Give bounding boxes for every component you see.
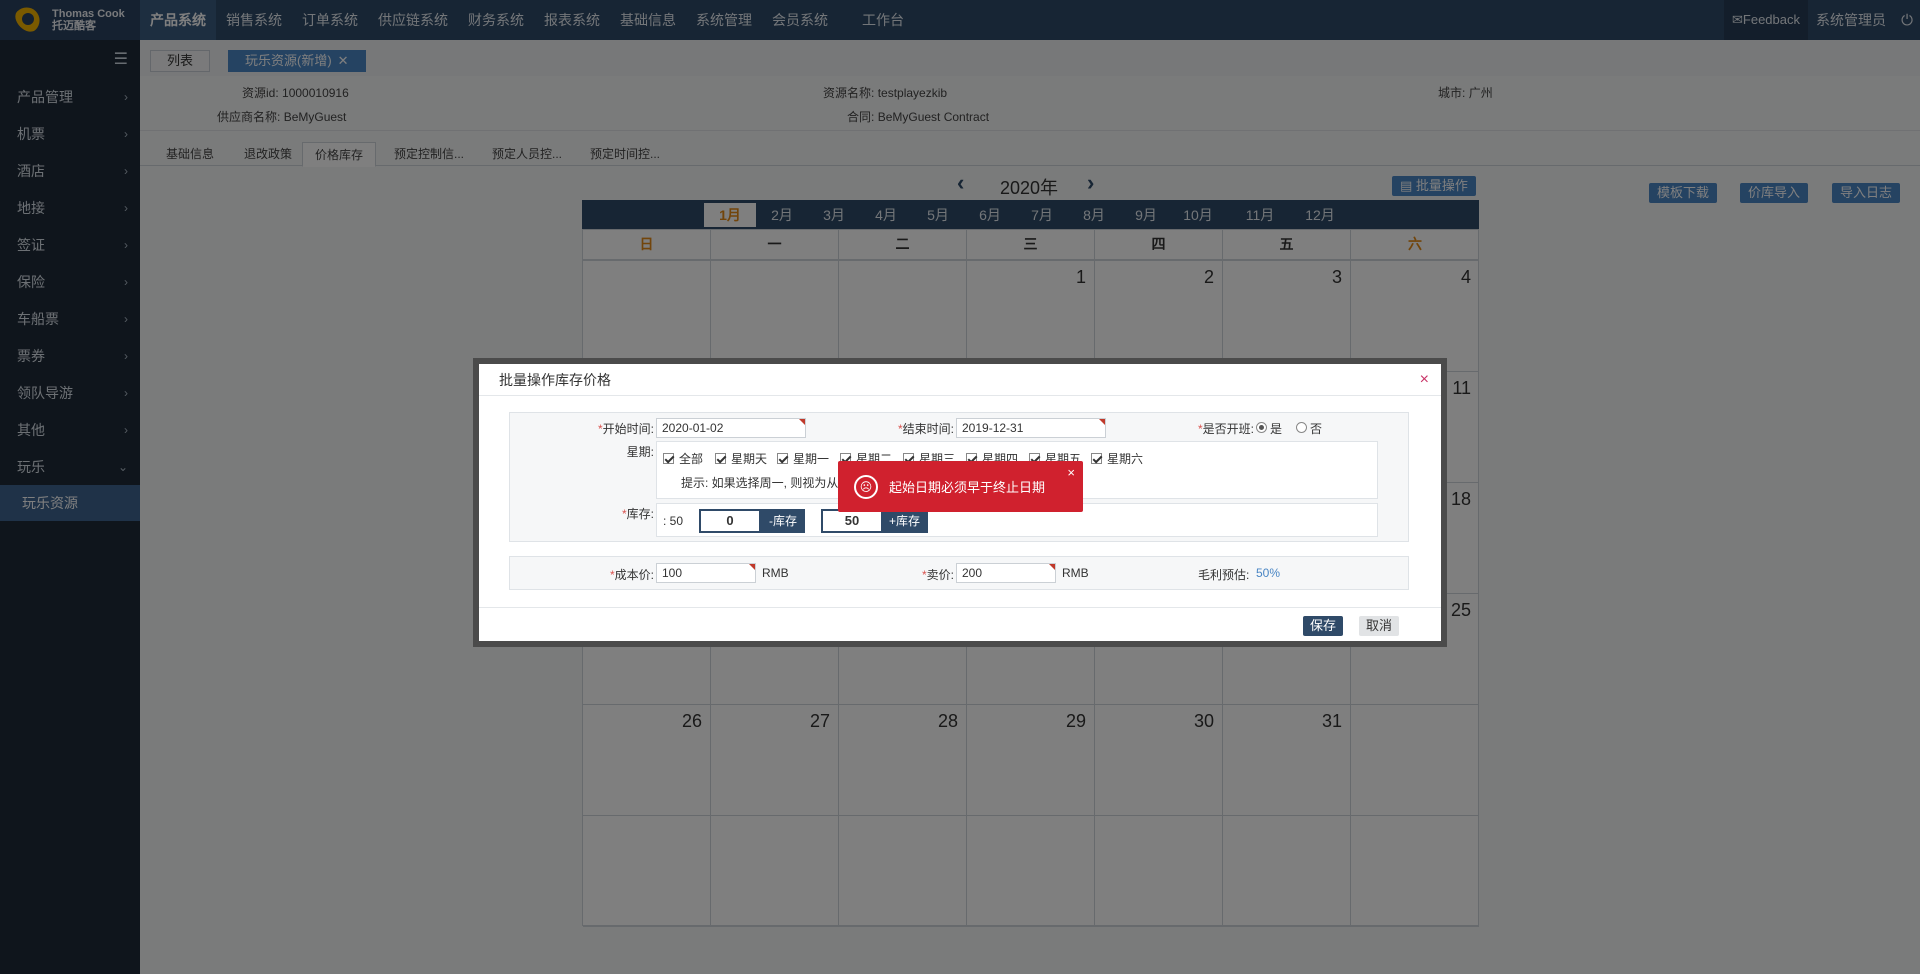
week-mon-checkbox[interactable]: 星期一 (777, 450, 829, 467)
end-date-input[interactable]: 2019-12-31 (956, 418, 1106, 438)
checkbox-icon (715, 453, 726, 464)
week-all-checkbox[interactable]: 全部 (663, 450, 703, 467)
cost-price-input[interactable]: 100 (656, 563, 756, 583)
error-toast: ☹ 起始日期必须早于终止日期 × (838, 461, 1083, 512)
close-icon[interactable]: × (1420, 364, 1429, 396)
checkbox-icon (1091, 453, 1102, 464)
start-date-input[interactable]: 2020-01-02 (656, 418, 806, 438)
cancel-button[interactable]: 取消 (1359, 616, 1400, 636)
stock-minus-input[interactable]: 0 (699, 509, 761, 533)
week-sat-checkbox[interactable]: 星期六 (1091, 450, 1143, 467)
toast-close-icon[interactable]: × (1067, 465, 1075, 480)
save-button[interactable]: 保存 (1303, 616, 1344, 636)
open-no-radio[interactable] (1296, 422, 1307, 433)
dialog-footer: 保存 取消 (479, 607, 1441, 641)
checkbox-icon (777, 453, 788, 464)
week-sun-checkbox[interactable]: 星期天 (715, 450, 767, 467)
stock-plus-input[interactable]: 50 (821, 509, 883, 533)
margin-value: 50% (1256, 566, 1281, 580)
stock-plus-button[interactable]: +库存 (881, 509, 929, 533)
open-yes-radio[interactable] (1256, 422, 1267, 433)
checkbox-icon (663, 453, 674, 464)
stock-minus-button[interactable]: -库存 (761, 509, 805, 533)
sad-face-icon: ☹ (854, 474, 878, 499)
error-message: 起始日期必须早于终止日期 (889, 480, 1046, 495)
stock-current: : 50 (663, 514, 684, 528)
week-hint: 提示: 如果选择周一, 则视为从 (681, 476, 839, 490)
week-label: 星期: (626, 445, 654, 459)
price-section: *成本价: 100 RMB *卖价: 200 RMB 毛利预估: 50% (509, 556, 1409, 590)
sell-price-input[interactable]: 200 (956, 563, 1056, 583)
dialog-title: 批量操作库存价格 (499, 372, 611, 388)
